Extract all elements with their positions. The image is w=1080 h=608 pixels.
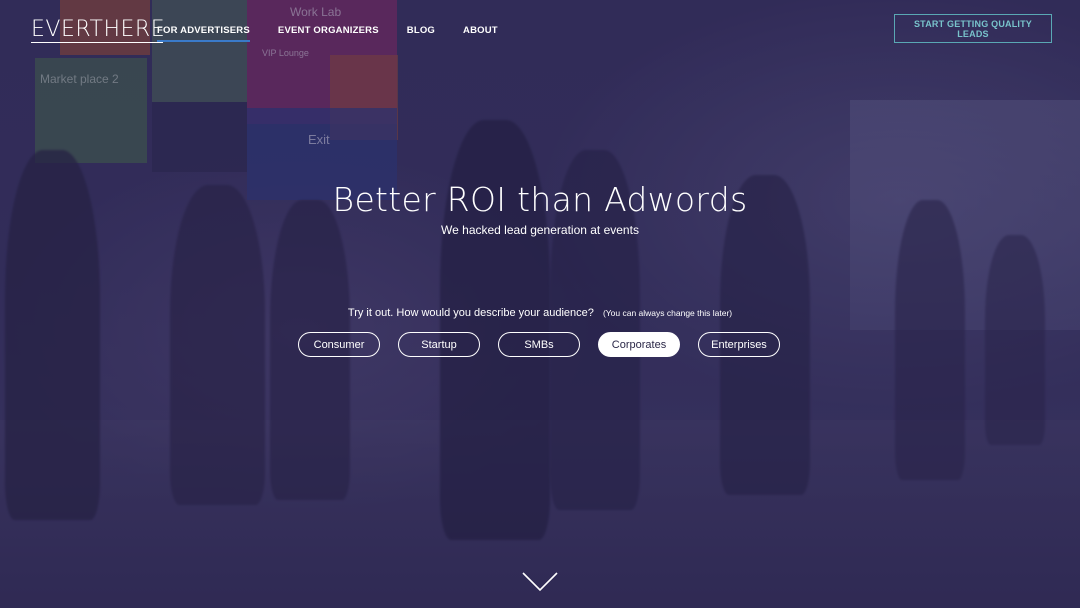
- nav-event-organizers[interactable]: EVENT ORGANIZERS: [278, 25, 379, 42]
- purple-overlay: [0, 0, 1080, 608]
- audience-prompt-hint: (You can always change this later): [602, 308, 733, 318]
- everthere-logo[interactable]: EVERTHERE: [31, 17, 165, 43]
- chevron-down-icon[interactable]: [522, 570, 558, 594]
- nav-for-advertisers[interactable]: FOR ADVERTISERS: [157, 25, 250, 42]
- option-enterprises[interactable]: Enterprises: [698, 332, 780, 357]
- main-nav: FOR ADVERTISERS EVENT ORGANIZERS BLOG AB…: [157, 25, 498, 42]
- option-corporates[interactable]: Corporates: [598, 332, 680, 357]
- audience-prompt-text: Try it out. How would you describe your …: [347, 307, 594, 319]
- hero-background-image: Market place 2 Work Lab VIP Lounge Exit: [0, 0, 1080, 608]
- nav-blog[interactable]: BLOG: [407, 25, 435, 42]
- nav-about[interactable]: ABOUT: [463, 25, 498, 42]
- hero-subtitle: We hacked lead generation at events: [441, 223, 639, 237]
- hero-title: Better ROI than Adwords: [332, 180, 748, 219]
- option-consumer[interactable]: Consumer: [298, 332, 380, 357]
- audience-options: Consumer Startup SMBs Corporates Enterpr…: [298, 332, 780, 357]
- option-startup[interactable]: Startup: [398, 332, 480, 357]
- start-getting-leads-button[interactable]: START GETTING QUALITY LEADS: [894, 14, 1052, 43]
- option-smbs[interactable]: SMBs: [498, 332, 580, 357]
- audience-prompt: Try it out. How would you describe your …: [0, 307, 1080, 319]
